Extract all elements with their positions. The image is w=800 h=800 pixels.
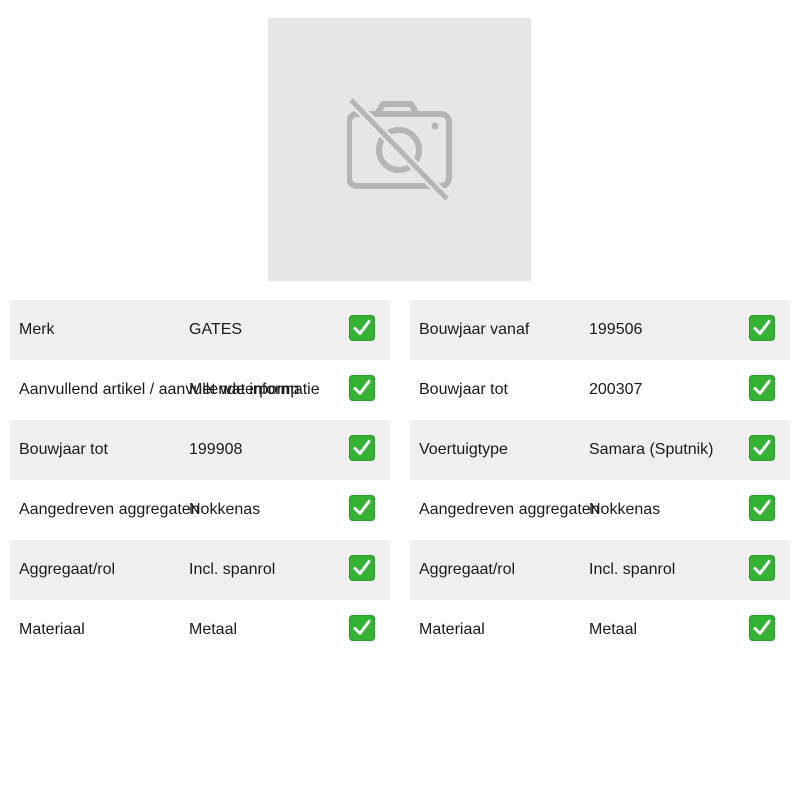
check-icon (349, 315, 375, 341)
spec-value: Metaal (189, 621, 238, 638)
spec-row: Bouwjaar tot 199908 (10, 420, 390, 480)
spec-value: Metaal (589, 621, 638, 638)
spec-value: Nokkenas (589, 501, 661, 518)
check-icon (749, 375, 775, 401)
spec-row: Bouwjaar tot 200307 (410, 360, 790, 420)
spec-value: Nokkenas (189, 501, 261, 518)
spec-row: Aanvullend artikel / aanvullende informa… (10, 360, 390, 420)
spec-row: Aggregaat/rol Incl. spanrol (410, 540, 790, 600)
spec-row: Merk GATES (10, 300, 390, 360)
spec-label: Aggregaat/rol (19, 561, 116, 578)
product-image-placeholder (268, 18, 531, 281)
spec-row: Aangedreven aggregaten Nokkenas (410, 480, 790, 540)
check-icon (749, 435, 775, 461)
check-icon (349, 435, 375, 461)
no-photo-icon (347, 98, 452, 203)
specs-table-right: Bouwjaar vanaf 199506 Bouwjaar tot 20030… (410, 300, 790, 660)
spec-row: Aangedreven aggregaten Nokkenas (10, 480, 390, 540)
spec-row: Materiaal Metaal (410, 600, 790, 660)
spec-value: GATES (189, 321, 243, 338)
spec-row: Materiaal Metaal (10, 600, 390, 660)
check-icon (749, 495, 775, 521)
specs-table-left: Merk GATES Aanvullend artikel / aanvulle… (10, 300, 390, 660)
spec-label: Aangedreven aggregaten (419, 501, 600, 518)
check-icon (749, 615, 775, 641)
spec-label: Materiaal (19, 621, 85, 638)
spec-row: Bouwjaar vanaf 199506 (410, 300, 790, 360)
spec-label: Voertuigtype (419, 441, 508, 458)
spec-row: Aggregaat/rol Incl. spanrol (10, 540, 390, 600)
spec-label: Aangedreven aggregaten (19, 501, 200, 518)
spec-label: Bouwjaar tot (19, 441, 108, 458)
spec-value: 199506 (589, 321, 643, 338)
spec-label: Bouwjaar vanaf (419, 321, 530, 338)
spec-row: Voertuigtype Samara (Sputnik) (410, 420, 790, 480)
check-icon (349, 615, 375, 641)
spec-value: 199908 (189, 441, 243, 458)
spec-label: Bouwjaar tot (419, 381, 508, 398)
check-icon (749, 555, 775, 581)
spec-label: Aggregaat/rol (419, 561, 516, 578)
spec-value: Met waterpomp (189, 381, 300, 398)
spec-value: Incl. spanrol (589, 561, 676, 578)
spec-value: 200307 (589, 381, 643, 398)
spec-label: Materiaal (419, 621, 485, 638)
check-icon (749, 315, 775, 341)
spec-value: Samara (Sputnik) (589, 441, 714, 458)
check-icon (349, 555, 375, 581)
spec-value: Incl. spanrol (189, 561, 276, 578)
check-icon (349, 495, 375, 521)
check-icon (349, 375, 375, 401)
spec-label: Merk (19, 321, 55, 338)
